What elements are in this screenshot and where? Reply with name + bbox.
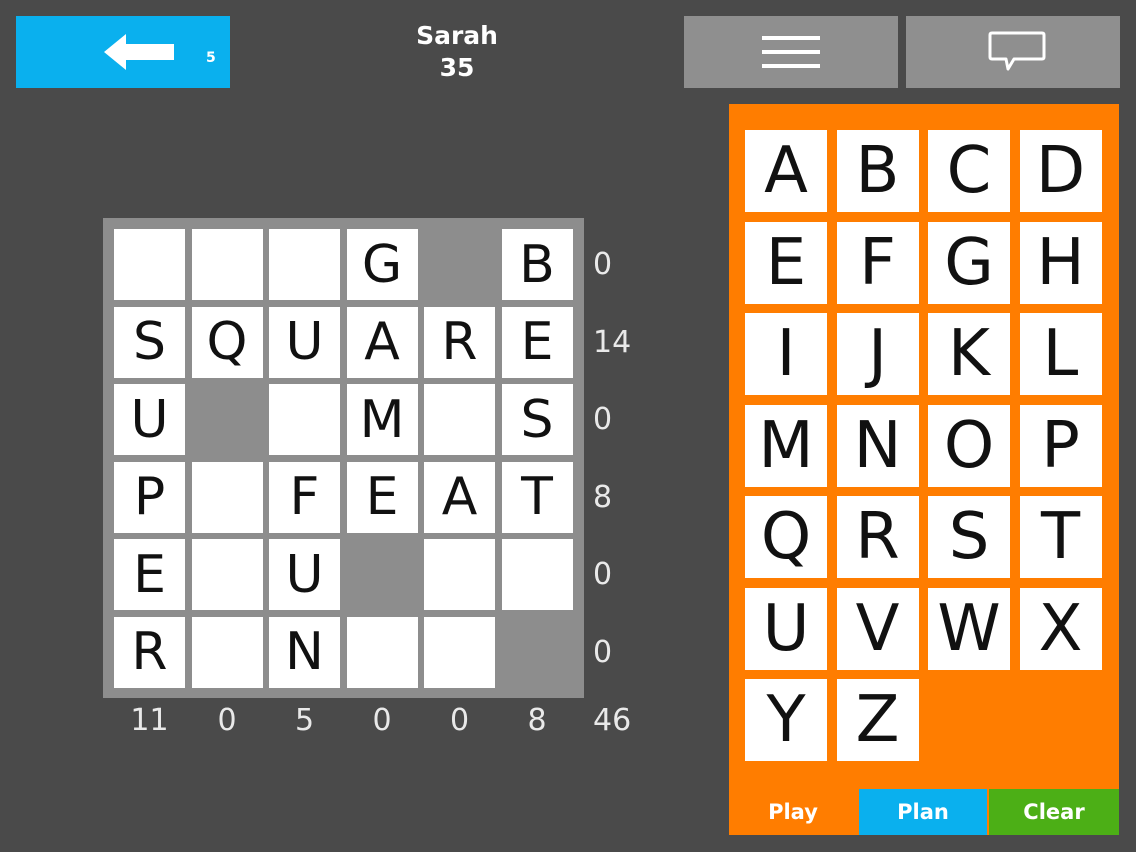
row-score: 8	[593, 479, 613, 515]
board-cell[interactable]: U	[269, 306, 340, 378]
board-cell[interactable]	[191, 461, 263, 533]
board-cell[interactable]	[424, 616, 495, 688]
row-score: 14	[593, 324, 632, 360]
clear-button[interactable]: Clear	[989, 789, 1119, 835]
board-cell[interactable]	[269, 229, 340, 300]
blocked-cell	[502, 617, 573, 688]
blocked-cell	[192, 384, 263, 455]
board-cell[interactable]: N	[269, 616, 340, 688]
row-score: 0	[593, 634, 613, 670]
letter-key[interactable]: M	[745, 404, 827, 487]
hamburger-menu-icon	[762, 36, 820, 68]
board-cell[interactable]	[191, 229, 263, 300]
board-cell[interactable]: E	[346, 461, 418, 533]
letter-key[interactable]: H	[1019, 221, 1102, 304]
row-score: 0	[593, 247, 613, 282]
board-cell[interactable]: R	[424, 306, 495, 378]
board-cell[interactable]: P	[114, 461, 185, 533]
blocked-cell	[424, 229, 495, 300]
board-cell[interactable]: Q	[191, 306, 263, 378]
board-cell[interactable]	[114, 229, 185, 300]
letter-key[interactable]: V	[836, 587, 919, 670]
board-cell[interactable]: A	[346, 306, 418, 378]
board-cell[interactable]	[424, 384, 495, 455]
letter-key[interactable]: O	[928, 404, 1010, 487]
board-cell[interactable]: E	[501, 306, 573, 378]
letter-key[interactable]: F	[836, 221, 919, 304]
total-score: 46	[593, 703, 632, 738]
letter-key[interactable]: C	[928, 130, 1010, 212]
letter-key[interactable]: G	[928, 221, 1010, 304]
board-cell[interactable]: U	[114, 384, 185, 455]
board-cell[interactable]	[424, 539, 495, 610]
chat-button[interactable]	[906, 16, 1120, 88]
letter-key[interactable]: N	[836, 404, 919, 487]
board-cell[interactable]: S	[501, 384, 573, 455]
speech-bubble-icon	[988, 31, 1046, 71]
board-cell[interactable]: T	[501, 461, 573, 533]
column-score: 0	[217, 703, 237, 738]
letter-key[interactable]: S	[928, 496, 1010, 578]
row-score: 0	[593, 402, 613, 437]
letter-key[interactable]: I	[745, 313, 827, 395]
board-cell[interactable]: S	[114, 306, 185, 378]
letter-key[interactable]: A	[745, 130, 827, 212]
column-score: 5	[294, 703, 315, 738]
letter-key[interactable]: Q	[745, 496, 827, 578]
letter-key[interactable]: P	[1019, 404, 1102, 487]
board-cell[interactable]: U	[269, 539, 340, 610]
player-score: 35	[439, 53, 475, 82]
player-name: Sarah	[416, 21, 498, 50]
letter-key[interactable]: R	[836, 496, 919, 578]
game-board: GBSQUAREUMSPFEATEURN	[103, 218, 584, 698]
row-score: 0	[593, 557, 613, 592]
board-cell[interactable]	[346, 616, 418, 688]
letter-palette: ABCD EFGH IJKL MNOP QRST UVWX YZ	[729, 104, 1119, 835]
board-cell[interactable]	[191, 539, 263, 610]
board-cell[interactable]: R	[114, 616, 185, 688]
play-button[interactable]: Play	[729, 789, 857, 835]
board-cell[interactable]: M	[346, 384, 418, 455]
column-score: 8	[527, 703, 547, 738]
board-cell[interactable]: B	[501, 229, 573, 300]
board-cell[interactable]	[269, 384, 340, 455]
board-cell[interactable]: E	[114, 539, 185, 610]
letter-key[interactable]: W	[928, 587, 1010, 670]
back-button[interactable]: 5	[16, 16, 230, 88]
board-cell[interactable]: A	[424, 461, 495, 533]
board-cell[interactable]: G	[346, 229, 418, 300]
letter-key[interactable]: D	[1019, 130, 1102, 212]
column-score: 0	[372, 703, 392, 738]
player-info: Sarah 35	[397, 20, 517, 84]
blocked-cell	[347, 539, 418, 610]
left-arrow-icon	[104, 34, 174, 70]
column-score: 11	[130, 703, 169, 738]
letter-key[interactable]: J	[836, 313, 919, 395]
board-cell[interactable]	[501, 539, 573, 610]
letter-key[interactable]: U	[745, 587, 827, 670]
plan-button[interactable]: Plan	[859, 789, 987, 835]
column-score: 0	[449, 703, 470, 738]
letter-key[interactable]: K	[928, 313, 1010, 395]
menu-button[interactable]	[684, 16, 898, 88]
back-count: 5	[206, 50, 216, 66]
letter-key[interactable]: L	[1019, 313, 1102, 395]
board-cell[interactable]: F	[269, 461, 340, 533]
letter-key[interactable]: X	[1019, 587, 1102, 670]
letter-key[interactable]: Y	[745, 679, 827, 761]
letter-key[interactable]: T	[1019, 496, 1102, 578]
letter-key[interactable]: E	[745, 221, 827, 304]
letter-key[interactable]: Z	[836, 679, 919, 761]
board-cell[interactable]	[191, 616, 263, 688]
letter-key[interactable]: B	[836, 130, 919, 212]
